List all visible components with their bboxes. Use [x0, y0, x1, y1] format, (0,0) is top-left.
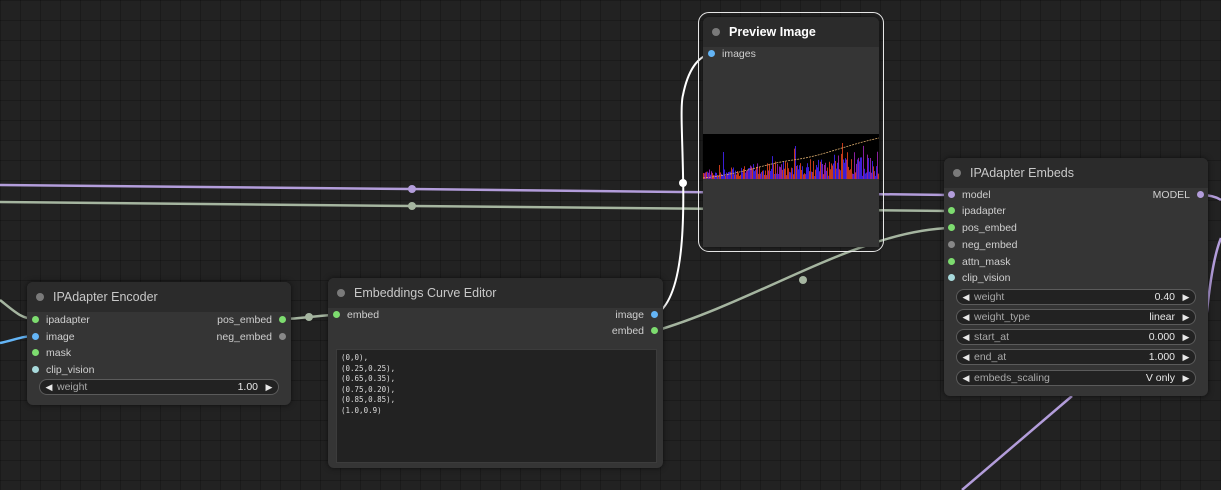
- slot-dot-icon[interactable]: [32, 333, 39, 340]
- slot-dot-icon[interactable]: [32, 316, 39, 323]
- embeds-title-text: IPAdapter Embeds: [970, 166, 1074, 180]
- embeds-input-ipadapter[interactable]: ipadapter: [948, 203, 1006, 219]
- curve-input-embed[interactable]: embed: [333, 307, 379, 323]
- curve-output-embed[interactable]: embed: [612, 323, 658, 339]
- embeds-input-attn-mask[interactable]: attn_mask: [948, 254, 1010, 270]
- encoder-input-image[interactable]: image: [32, 329, 75, 345]
- slot-dot-icon[interactable]: [948, 241, 955, 248]
- preview-title-text: Preview Image: [729, 25, 816, 39]
- ipadapter-embeds-node[interactable]: IPAdapter Embeds model ipadapter pos_emb…: [944, 158, 1208, 396]
- embeddings-curve-editor-node[interactable]: Embeddings Curve Editor embed image embe…: [328, 278, 663, 468]
- decrement-arrow-icon[interactable]: ◀: [43, 380, 55, 394]
- preview-image-node[interactable]: Preview Image images: [698, 12, 884, 252]
- slot-dot-icon[interactable]: [32, 349, 39, 356]
- slot-dot-icon[interactable]: [948, 191, 955, 198]
- preview-image-thumbnail: [703, 134, 879, 179]
- collapse-dot-icon[interactable]: [337, 289, 345, 297]
- embeds-input-clip-vision[interactable]: clip_vision: [948, 270, 1010, 286]
- encoder-node-title[interactable]: IPAdapter Encoder: [27, 282, 291, 312]
- encoder-input-clip-vision[interactable]: clip_vision: [32, 362, 94, 378]
- encoder-output-neg-embed[interactable]: neg_embed: [217, 329, 286, 345]
- embeds-weight-type-widget[interactable]: ◀ weight_type linear ▶: [956, 309, 1196, 325]
- collapse-dot-icon[interactable]: [36, 293, 44, 301]
- pos-embed-link-midpoint[interactable]: [305, 313, 313, 321]
- slot-dot-icon[interactable]: [948, 258, 955, 265]
- slot-dot-icon[interactable]: [651, 327, 658, 334]
- embeds-node-title[interactable]: IPAdapter Embeds: [944, 158, 1208, 188]
- curve-title-text: Embeddings Curve Editor: [354, 286, 497, 300]
- encoder-input-ipadapter[interactable]: ipadapter: [32, 312, 90, 328]
- embeds-output-model[interactable]: MODEL: [1153, 187, 1204, 203]
- increment-arrow-icon[interactable]: ▶: [1180, 290, 1192, 304]
- encoder-title-text: IPAdapter Encoder: [53, 290, 158, 304]
- embeds-weight-widget[interactable]: ◀ weight 0.40 ▶: [956, 289, 1196, 305]
- encoder-input-mask[interactable]: mask: [32, 345, 71, 361]
- decrement-arrow-icon[interactable]: ◀: [960, 290, 972, 304]
- collapse-dot-icon[interactable]: [953, 169, 961, 177]
- collapse-dot-icon[interactable]: [712, 28, 720, 36]
- slot-dot-icon[interactable]: [948, 224, 955, 231]
- ipadapter-encoder-node[interactable]: IPAdapter Encoder ipadapter image mask c…: [27, 282, 291, 405]
- increment-arrow-icon[interactable]: ▶: [1180, 350, 1192, 364]
- curve-points-textarea[interactable]: (0,0), (0.25,0.25), (0.65,0.35), (0.75,0…: [336, 349, 657, 463]
- slot-dot-icon[interactable]: [948, 207, 955, 214]
- curve-output-image[interactable]: image: [615, 307, 658, 323]
- slot-dot-icon[interactable]: [1197, 191, 1204, 198]
- curve-embed-link-midpoint[interactable]: [799, 276, 807, 284]
- increment-arrow-icon[interactable]: ▶: [1180, 371, 1192, 385]
- embeds-input-neg-embed[interactable]: neg_embed: [948, 237, 1017, 253]
- slot-dot-icon[interactable]: [32, 366, 39, 373]
- embeds-start-at-widget[interactable]: ◀ start_at 0.000 ▶: [956, 329, 1196, 345]
- decrement-arrow-icon[interactable]: ◀: [960, 350, 972, 364]
- preview-image-area[interactable]: [703, 64, 879, 247]
- slot-dot-icon[interactable]: [708, 50, 715, 57]
- image-link-midpoint[interactable]: [679, 179, 687, 187]
- slot-dot-icon[interactable]: [279, 333, 286, 340]
- embeds-input-model[interactable]: model: [948, 187, 991, 203]
- model-link-midpoint[interactable]: [408, 185, 416, 193]
- encoder-weight-widget[interactable]: ◀ weight 1.00 ▶: [39, 379, 279, 395]
- decrement-arrow-icon[interactable]: ◀: [960, 371, 972, 385]
- curve-node-title[interactable]: Embeddings Curve Editor: [328, 278, 663, 308]
- encoder-output-pos-embed[interactable]: pos_embed: [217, 312, 286, 328]
- slot-dot-icon[interactable]: [948, 274, 955, 281]
- clip-vision-link[interactable]: [961, 395, 1073, 490]
- increment-arrow-icon[interactable]: ▶: [263, 380, 275, 394]
- slot-dot-icon[interactable]: [279, 316, 286, 323]
- decrement-arrow-icon[interactable]: ◀: [960, 330, 972, 344]
- ipadapter-link-midpoint[interactable]: [408, 202, 416, 210]
- preview-node-title[interactable]: Preview Image: [703, 17, 879, 47]
- embeds-scaling-widget[interactable]: ◀ embeds_scaling V only ▶: [956, 370, 1196, 386]
- embeds-end-at-widget[interactable]: ◀ end_at 1.000 ▶: [956, 349, 1196, 365]
- slot-dot-icon[interactable]: [333, 311, 340, 318]
- preview-input-images[interactable]: images: [708, 46, 756, 62]
- slot-dot-icon[interactable]: [651, 311, 658, 318]
- decrement-arrow-icon[interactable]: ◀: [960, 310, 972, 324]
- increment-arrow-icon[interactable]: ▶: [1180, 330, 1192, 344]
- increment-arrow-icon[interactable]: ▶: [1180, 310, 1192, 324]
- embeds-input-pos-embed[interactable]: pos_embed: [948, 220, 1017, 236]
